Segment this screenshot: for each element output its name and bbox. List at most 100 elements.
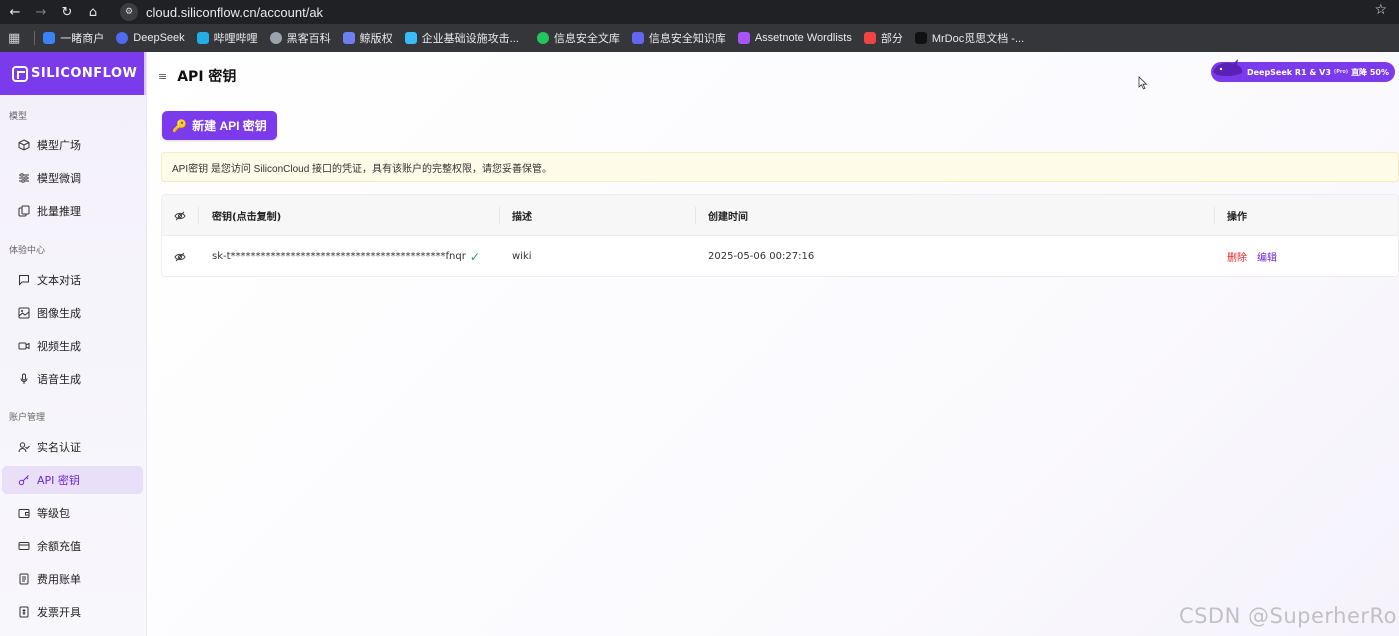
bookmark-favicon-icon [43,32,56,44]
bookmark-item[interactable]: Assetnote Wordlists [737,32,852,44]
wallet-icon [18,507,30,519]
bookmark-item[interactable]: 部分 [863,30,903,46]
whale-icon [1212,59,1243,77]
bookmark-item[interactable]: 企业基础设施攻击... [404,30,519,46]
sidebar-item-batch-inference[interactable]: 批量推理 [2,197,143,225]
table-header: 密钥(点击复制) 描述 创建时间 操作 [162,195,1398,236]
key-created-time: 2025-05-06 00:27:16 [708,251,815,262]
copied-check-icon: ✓ [469,249,480,264]
bookmark-favicon-icon [863,32,876,44]
bookmark-label: 信息安全文库 [553,33,620,45]
section-title-account: 账户管理 [9,413,46,423]
bookmark-favicon-icon [536,32,549,44]
invoice-icon [18,606,30,618]
bookmark-star-icon[interactable]: ☆ [1374,2,1387,18]
row-actions: 删除 编辑 [1227,236,1277,276]
notice-banner: API密钥 是您访问 SiliconCloud 接口的凭证，具有该账户的完整权限… [161,152,1399,182]
apps-grid-icon[interactable]: ▦ [8,31,20,46]
sidebar-item-label: API 密钥 [37,474,80,487]
sidebar-item-api-keys[interactable]: API 密钥 [2,466,143,494]
copy-icon [18,205,30,217]
bookmark-item[interactable]: 鲸版权 [342,30,393,46]
sidebar-item-billing[interactable]: 费用账单 [2,565,143,593]
bookmark-favicon-icon [737,32,750,44]
bookmark-label: 鲸版权 [359,33,393,45]
brand-logo[interactable]: SILICONFLOW [0,52,146,95]
bookmark-item[interactable]: 信息安全知识库 [631,30,726,46]
sidebar-item-text-chat[interactable]: 文本对话 [2,266,143,294]
mouse-cursor-icon [1138,76,1148,90]
delete-button[interactable]: 删除 [1227,249,1247,264]
bookmark-item[interactable]: 黑客百科 [269,30,331,46]
sidebar-item-recharge[interactable]: 余额充值 [2,532,143,560]
sidebar-item-model-square[interactable]: 模型广场 [2,131,143,159]
bookmark-list: 一睹商户 DeepSeek 哔哩哔哩 黑客百科 鲸版权 企业基础设施攻击... … [43,30,1036,46]
promo-text: DeepSeek R1 & V3 [1246,67,1331,77]
back-icon[interactable]: ← [4,1,26,23]
sidebar-item-label: 实名认证 [37,441,81,454]
url-text[interactable]: cloud.siliconflow.cn/account/ak [146,5,323,20]
image-icon [18,307,30,319]
sidebar-item-label: 批量推理 [37,205,81,218]
home-icon[interactable]: ⌂ [82,1,104,23]
main-content: ≡ API 密钥 DeepSeek R1 & V3 (Pro) 直降 50% 🔑… [148,52,1399,636]
promo-discount: 直降 50% [1351,67,1389,77]
sidebar-item-image-gen[interactable]: 图像生成 [2,299,143,327]
column-header-key: 密钥(点击复制) [212,212,282,223]
api-key-text[interactable]: sk-t************************************… [212,251,466,262]
section-title-models: 模型 [9,112,28,122]
column-header-created: 创建时间 [708,212,748,223]
sidebar-item-model-finetune[interactable]: 模型微调 [2,164,143,192]
column-header-actions: 操作 [1227,212,1247,223]
watermark: CSDN @SuperherRo [1178,604,1397,628]
bookmark-label: 哔哩哔哩 [213,33,258,45]
new-api-key-button[interactable]: 🔑 新建 API 密钥 [162,111,277,140]
edit-button[interactable]: 编辑 [1257,249,1277,264]
bill-icon [18,573,30,585]
api-key-value[interactable]: sk-t************************************… [212,236,480,276]
logo-icon [12,65,28,82]
eye-off-icon [174,211,186,220]
sidebar-item-label: 费用账单 [37,573,81,586]
browser-toolbar: ← → ↻ ⌂ ⚙ cloud.siliconflow.cn/account/a… [0,0,1399,24]
bookmark-item[interactable]: 一睹商户 [43,30,104,46]
api-key-table: 密钥(点击复制) 描述 创建时间 操作 sk-t****************… [161,194,1399,277]
sidebar-item-label: 余额充值 [37,540,81,553]
bookmark-item[interactable]: MrDoc觅思文档 -... [914,30,1024,46]
bookmark-favicon-icon [404,32,417,44]
sliders-icon [18,172,30,184]
bookmark-item[interactable]: 哔哩哔哩 [196,30,258,46]
column-header-description: 描述 [512,212,532,223]
site-info-icon[interactable]: ⚙ [120,3,138,21]
key-icon: 🔑 [172,118,188,133]
bookmark-item[interactable]: 信息安全文库 [536,30,620,46]
sidebar-item-video-gen[interactable]: 视频生成 [2,332,143,360]
sidebar-item-invoice[interactable]: 发票开具 [2,598,143,626]
sidebar-item-voice-gen[interactable]: 语音生成 [2,365,143,393]
column-divider [1214,207,1215,224]
video-icon [18,340,30,352]
promo-banner[interactable]: DeepSeek R1 & V3 (Pro) 直降 50% [1210,59,1395,82]
user-check-icon [18,441,30,453]
bookmark-favicon-icon [914,32,927,44]
bookmark-item[interactable]: DeepSeek [116,32,185,44]
page-header: ≡ API 密钥 [158,66,236,86]
toggle-key-visibility[interactable] [174,236,186,276]
sidebar-item-verification[interactable]: 实名认证 [2,433,143,461]
forward-icon[interactable]: → [30,1,52,23]
key-description: wiki [512,251,532,262]
bookmark-favicon-icon [631,32,644,44]
sidebar-item-label: 语音生成 [37,373,81,386]
column-divider [695,207,696,224]
mic-icon [18,373,30,385]
bookmark-favicon-icon [196,32,209,44]
sidebar-item-label: 发票开具 [37,606,81,619]
cube-icon [18,139,30,151]
sidebar-item-label: 视频生成 [37,340,81,353]
toggle-visibility-all[interactable] [174,195,186,236]
reload-icon[interactable]: ↻ [56,1,78,23]
sidebar-item-level-package[interactable]: 等级包 [2,499,143,527]
column-divider [198,207,199,224]
address-bar[interactable]: ⚙ cloud.siliconflow.cn/account/ak [114,1,1398,23]
menu-toggle-icon[interactable]: ≡ [158,70,167,83]
